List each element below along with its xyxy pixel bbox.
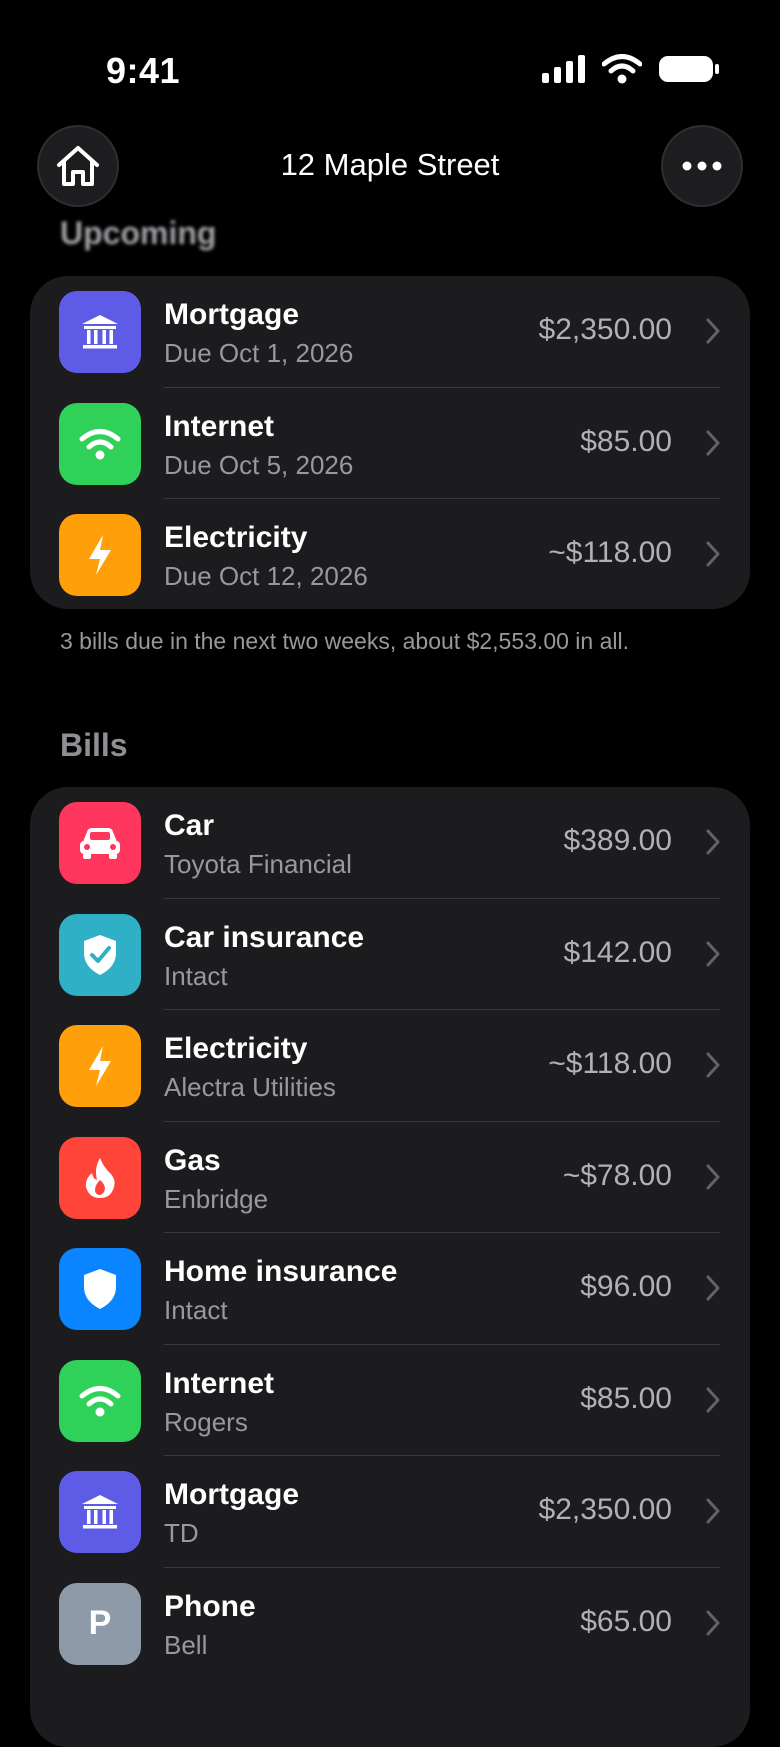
item-subtitle: Intact bbox=[164, 1295, 228, 1325]
item-subtitle: Intact bbox=[164, 960, 228, 991]
chevron-right-icon bbox=[706, 941, 720, 972]
bank-icon bbox=[59, 291, 141, 373]
chevron-right-icon bbox=[706, 318, 720, 349]
shield-icon bbox=[59, 1248, 141, 1330]
item-subtitle: Enbridge bbox=[164, 1183, 269, 1214]
item-title: Home insurance bbox=[164, 1255, 398, 1288]
status-icons bbox=[542, 54, 720, 84]
item-subtitle: Rogers bbox=[164, 1406, 248, 1437]
list-item[interactable]: Mortgage Due Oct 1, 2026 $2,350.00 bbox=[30, 276, 750, 388]
item-amount: $85.00 bbox=[580, 424, 672, 458]
item-subtitle: Due Oct 1, 2026 bbox=[164, 338, 354, 368]
item-amount: $85.00 bbox=[580, 1381, 672, 1415]
navigation-bar: 12 Maple Street bbox=[0, 125, 780, 209]
item-amount: $142.00 bbox=[563, 935, 672, 969]
ellipsis-icon bbox=[682, 161, 722, 171]
upcoming-section-header: Upcoming bbox=[60, 215, 217, 251]
letter-p-icon: P bbox=[59, 1582, 141, 1665]
item-subtitle: Toyota Financial bbox=[164, 849, 352, 879]
chevron-right-icon bbox=[706, 1164, 720, 1195]
shield-check-icon bbox=[59, 913, 141, 996]
item-title: Mortgage bbox=[164, 298, 299, 331]
status-bar: 9:41 bbox=[0, 0, 780, 120]
list-item[interactable]: Electricity Alectra Utilities ~$118.00 bbox=[30, 1010, 750, 1122]
list-item[interactable]: Electricity Due Oct 12, 2026 ~$118.00 bbox=[30, 499, 750, 609]
chevron-right-icon bbox=[706, 829, 720, 860]
list-item[interactable]: P Phone Bell $65.00 bbox=[30, 1568, 750, 1680]
wifi-icon bbox=[59, 402, 141, 485]
cellular-signal-icon bbox=[542, 55, 585, 83]
chevron-right-icon bbox=[706, 1387, 720, 1418]
upcoming-list: Mortgage Due Oct 1, 2026 $2,350.00 Internet… bbox=[30, 276, 750, 609]
list-item[interactable]: Mortgage TD $2,350.00 bbox=[30, 1456, 750, 1568]
list-item[interactable]: Home insurance Intact $96.00 bbox=[30, 1233, 750, 1345]
item-amount: $65.00 bbox=[580, 1604, 672, 1638]
item-title: Electricity bbox=[164, 1032, 308, 1065]
item-amount: ~$78.00 bbox=[562, 1158, 672, 1192]
item-amount: ~$118.00 bbox=[548, 1047, 672, 1080]
item-amount: $389.00 bbox=[563, 824, 672, 857]
icon-letter: P bbox=[88, 1604, 112, 1642]
wifi-icon bbox=[59, 1359, 141, 1442]
item-title: Mortgage bbox=[164, 1478, 299, 1511]
item-subtitle: Bell bbox=[164, 1629, 208, 1660]
item-title: Gas bbox=[164, 1143, 221, 1177]
list-item[interactable]: Car insurance Intact $142.00 bbox=[30, 899, 750, 1010]
battery-icon bbox=[659, 56, 719, 82]
list-item[interactable]: Internet Rogers $85.00 bbox=[30, 1345, 750, 1456]
item-title: Car bbox=[164, 809, 215, 842]
item-subtitle: TD bbox=[164, 1518, 199, 1548]
status-time: 9:41 bbox=[106, 50, 181, 91]
item-amount: $2,350.00 bbox=[538, 313, 672, 346]
list-item[interactable]: Gas Enbridge ~$78.00 bbox=[30, 1122, 750, 1233]
bolt-icon bbox=[59, 1025, 141, 1107]
chevron-right-icon bbox=[706, 430, 720, 461]
bills-section-header: Bills bbox=[60, 727, 128, 763]
wifi-status-icon bbox=[602, 54, 642, 84]
item-subtitle: Due Oct 5, 2026 bbox=[164, 449, 354, 480]
more-button[interactable] bbox=[661, 125, 743, 207]
flame-icon bbox=[59, 1136, 141, 1219]
item-subtitle: Due Oct 12, 2026 bbox=[164, 561, 368, 591]
upcoming-footnote: 3 bills due in the next two weeks, about… bbox=[60, 628, 629, 654]
item-title: Car insurance bbox=[164, 920, 365, 954]
item-amount: $96.00 bbox=[580, 1270, 672, 1303]
chevron-right-icon bbox=[706, 1052, 720, 1083]
list-item[interactable]: Internet Due Oct 5, 2026 $85.00 bbox=[30, 388, 750, 499]
item-title: Internet bbox=[164, 409, 275, 443]
chevron-right-icon bbox=[706, 1610, 720, 1641]
item-title: Internet bbox=[164, 1366, 275, 1400]
item-title: Phone bbox=[164, 1589, 256, 1623]
item-amount: ~$118.00 bbox=[548, 536, 672, 569]
chevron-right-icon bbox=[706, 541, 720, 572]
bills-list: Car Toyota Financial $389.00 Car insurance I… bbox=[30, 787, 750, 1747]
chevron-right-icon bbox=[706, 1275, 720, 1306]
bank-icon bbox=[59, 1471, 141, 1553]
item-amount: $2,350.00 bbox=[538, 1493, 672, 1526]
item-subtitle: Alectra Utilities bbox=[164, 1072, 336, 1102]
list-item[interactable]: Car Toyota Financial $389.00 bbox=[30, 787, 750, 899]
item-title: Electricity bbox=[164, 521, 308, 554]
chevron-right-icon bbox=[706, 1498, 720, 1529]
car-icon bbox=[59, 802, 141, 884]
bolt-icon bbox=[59, 514, 141, 596]
